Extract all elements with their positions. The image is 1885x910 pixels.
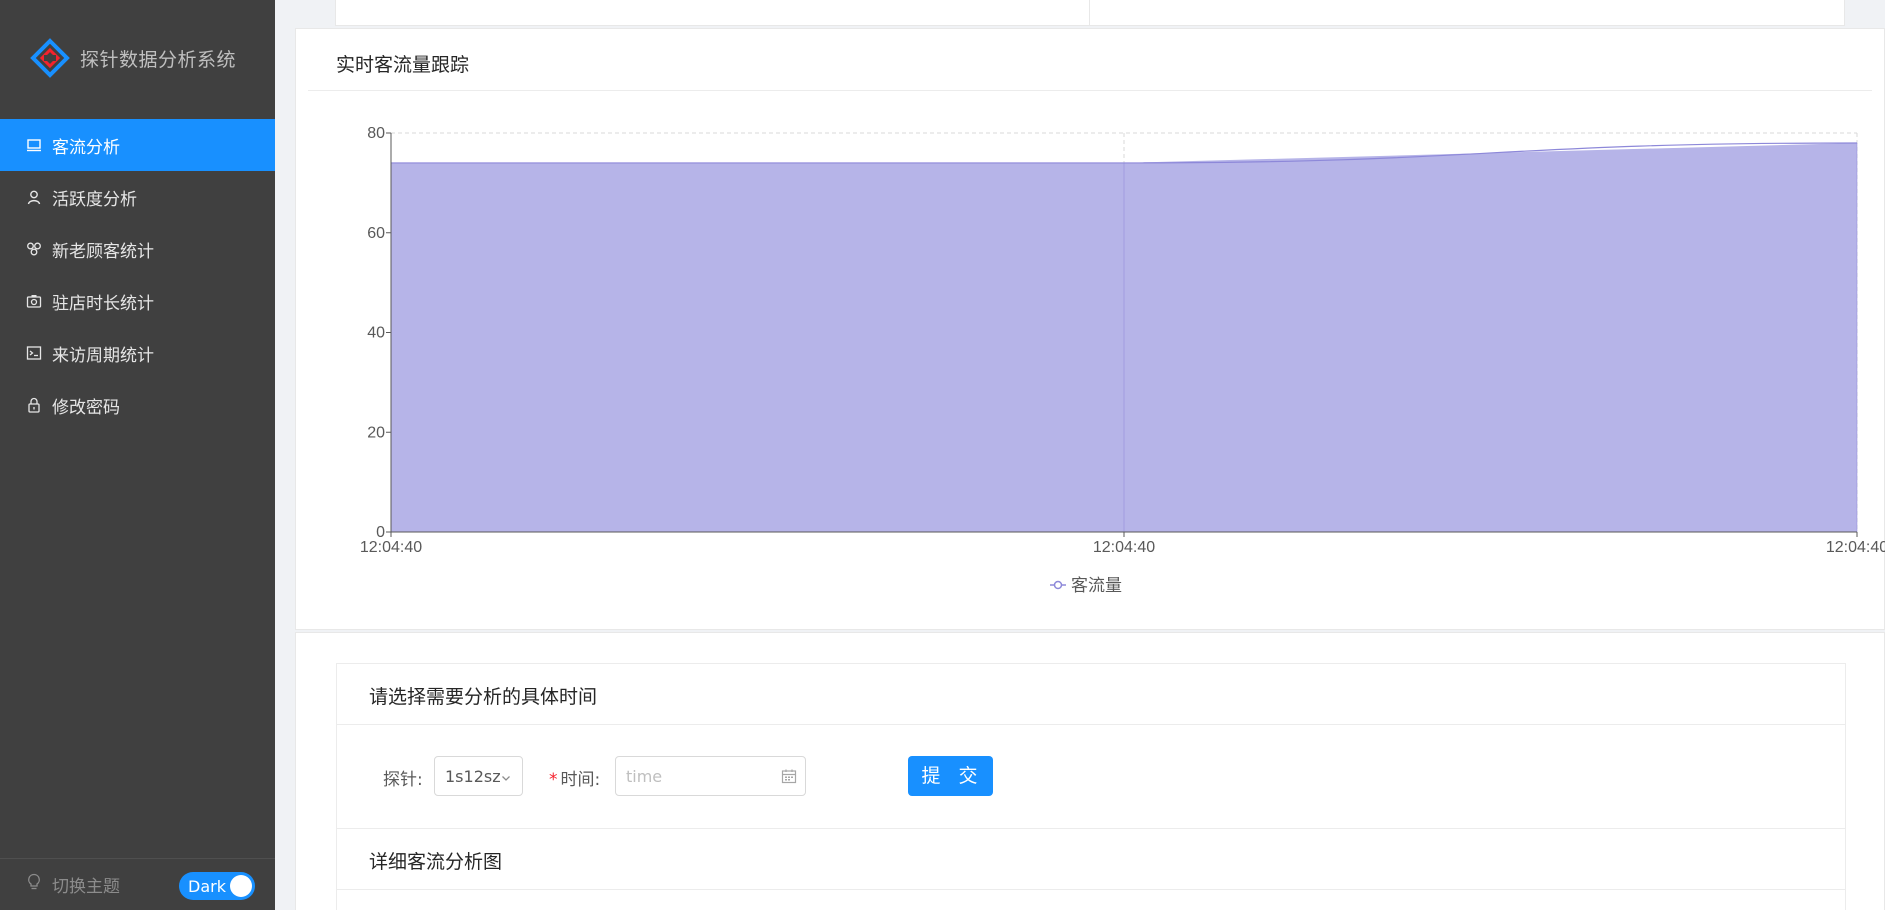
theme-label: 切换主题 xyxy=(52,877,120,897)
logo-icon xyxy=(30,38,70,78)
theme-switcher: 切换主题 Dark xyxy=(0,858,275,910)
panel-divider xyxy=(337,889,1845,890)
time-select-panel: 请选择需要分析的具体时间 探针: 1s12sz * 时间: time 提 交 xyxy=(336,663,1846,829)
legend-label: 客流量 xyxy=(1071,576,1122,595)
app-title: 探针数据分析系统 xyxy=(80,48,237,71)
sidebar-menu: 客流分析 活跃度分析 新老顾客统计 驻店时长统计 来访周期统计 修改密码 xyxy=(0,119,275,431)
monitor-icon xyxy=(26,137,42,153)
sidebar-item-label: 活跃度分析 xyxy=(52,189,137,210)
x-tick-label: 12:04:40 xyxy=(1826,539,1885,556)
probe-select[interactable]: 1s12sz xyxy=(434,756,523,796)
toggle-knob xyxy=(230,875,252,897)
card-split xyxy=(1089,0,1090,26)
y-tick-label: 40 xyxy=(367,325,385,342)
calendar-icon xyxy=(781,768,797,788)
sidebar: 探针数据分析系统 客流分析 活跃度分析 新老顾客统计 驻店时长统计 来访周期统计… xyxy=(0,0,275,910)
panel-divider xyxy=(337,724,1845,725)
sidebar-item-stay-duration[interactable]: 驻店时长统计 xyxy=(0,275,275,327)
sidebar-item-label: 驻店时长统计 xyxy=(52,293,154,314)
user-icon xyxy=(26,189,42,205)
app-root: 探针数据分析系统 客流分析 活跃度分析 新老顾客统计 驻店时长统计 来访周期统计… xyxy=(0,0,1885,910)
submit-button[interactable]: 提 交 xyxy=(908,756,993,796)
time-label: * 时间: xyxy=(549,765,600,790)
sidebar-item-visit-cycle[interactable]: 来访周期统计 xyxy=(0,327,275,379)
sidebar-item-change-password[interactable]: 修改密码 xyxy=(0,379,275,431)
theme-toggle-label: Dark xyxy=(188,876,226,896)
previous-card-remnant xyxy=(335,0,1845,26)
chevron-down-icon xyxy=(501,768,511,787)
required-mark: * xyxy=(549,770,558,790)
sidebar-item-activity-analysis[interactable]: 活跃度分析 xyxy=(0,171,275,223)
lock-icon xyxy=(26,397,42,413)
sidebar-item-label: 客流分析 xyxy=(52,137,120,158)
bulb-icon xyxy=(26,873,42,896)
query-form: 探针: 1s12sz * 时间: time 提 交 xyxy=(337,756,1845,796)
y-tick-label: 80 xyxy=(367,125,385,142)
camera-icon xyxy=(26,293,42,309)
sidebar-item-label: 修改密码 xyxy=(52,397,120,418)
x-tick-label: 12:04:40 xyxy=(360,539,422,556)
traffic-chart: 02040608012:04:40 12:04:40 12:04:40 客流量 xyxy=(360,125,1885,595)
sidebar-item-label: 来访周期统计 xyxy=(52,345,154,366)
terminal-icon xyxy=(26,345,42,361)
sidebar-item-traffic-analysis[interactable]: 客流分析 xyxy=(0,119,275,171)
y-tick-label: 60 xyxy=(367,225,385,242)
y-tick-label: 20 xyxy=(367,424,385,441)
chart-legend[interactable]: 客流量 xyxy=(1050,576,1122,595)
x-tick-label: 12:04:40 xyxy=(1093,539,1155,556)
sidebar-item-label: 新老顾客统计 xyxy=(52,241,154,262)
logo[interactable]: 探针数据分析系统 xyxy=(30,38,236,78)
analysis-card: 请选择需要分析的具体时间 探针: 1s12sz * 时间: time 提 交 详… xyxy=(295,632,1885,910)
legend-marker xyxy=(1053,580,1063,590)
cluster-icon xyxy=(26,241,42,257)
time-label-text: 时间: xyxy=(560,770,601,790)
time-select-title: 请选择需要分析的具体时间 xyxy=(369,686,598,708)
probe-value: 1s12sz xyxy=(445,767,501,786)
detail-panel: 详细客流分析图 xyxy=(336,829,1846,910)
main-content: 实时客流量跟踪 0 20 40 60 80 12:04:40 12:04:40 12:04:4… xyxy=(275,0,1885,910)
time-input[interactable]: time xyxy=(615,756,806,796)
sidebar-item-customer-stats[interactable]: 新老顾客统计 xyxy=(0,223,275,275)
time-placeholder: time xyxy=(626,767,663,786)
realtime-card: 实时客流量跟踪 0 20 40 60 80 12:04:40 12:04:40 12:04:4… xyxy=(295,28,1885,630)
detail-title: 详细客流分析图 xyxy=(369,851,503,873)
theme-toggle[interactable]: Dark xyxy=(179,872,255,900)
chart-series xyxy=(390,142,1858,532)
probe-label: 探针: xyxy=(383,770,423,790)
